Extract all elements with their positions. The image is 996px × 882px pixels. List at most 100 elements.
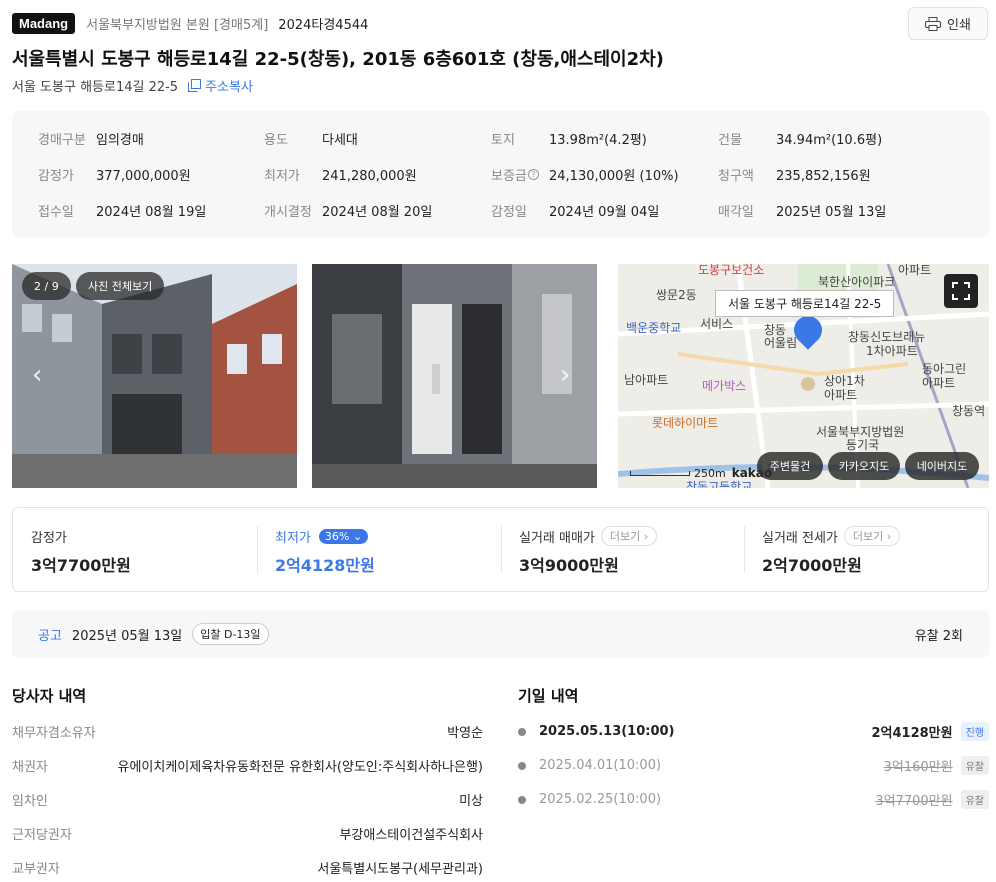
info-value: 2024년 08월 20일 <box>322 205 433 220</box>
print-label: 인쇄 <box>947 18 971 33</box>
party-key: 채무자겸소유자 <box>12 726 96 741</box>
top-bar: Madang 서울북부지방법원 본원 [경매5계] 2024타경4544 인쇄 <box>12 7 988 40</box>
map-label: 롯데하이마트 <box>652 416 719 430</box>
printer-icon <box>925 16 942 31</box>
notice-date: 2025년 05월 13일 <box>71 628 183 644</box>
info-key: 접수일 <box>38 205 74 220</box>
party-value: 미상 <box>459 794 483 809</box>
property-photo-1[interactable]: 2 / 9 사진 전체보기 ‹ <box>12 264 297 488</box>
map-label: 북한산아이파크 <box>818 275 896 289</box>
price-value: 3억7700만원 <box>31 556 131 575</box>
bid-price: 3억7700만원 <box>875 794 953 809</box>
party-key: 교부권자 <box>12 862 60 877</box>
bid-date: 2025.02.25(10:00) <box>539 792 662 807</box>
info-key: 경매구분 <box>38 133 86 148</box>
map-label: 등기국 <box>846 438 880 452</box>
divider <box>257 526 258 573</box>
map-label: 도봉구보건소 <box>698 264 765 277</box>
kakao-map-button[interactable]: 카카오지도 <box>828 452 900 480</box>
info-value: 241,280,000원 <box>322 169 417 184</box>
appraised-price: 감정가 3억7700만원 <box>31 526 131 576</box>
price-label: 최저가 36% ⌄ <box>275 526 375 546</box>
info-key: 토지 <box>491 133 515 148</box>
info-value: 13.98m²(4.2평) <box>549 133 647 148</box>
info-value: 377,000,000원 <box>96 169 191 184</box>
naver-map-button[interactable]: 네이버지도 <box>905 452 979 480</box>
party-key: 임차인 <box>12 794 48 809</box>
info-value: 임의경매 <box>96 133 144 148</box>
case-info-box: 경매구분 임의경매 용도 다세대 토지 13.98m²(4.2평) 건물 34.94m²… <box>12 111 989 238</box>
actual-sale-price: 실거래 매매가 더보기 › 3억9000만원 <box>519 526 658 576</box>
parties-title: 당사자 내역 <box>12 687 87 705</box>
expand-map-button[interactable] <box>944 274 978 308</box>
print-button[interactable]: 인쇄 <box>908 7 988 40</box>
bid-row: 2025.05.13(10:00) 2억4128만원 진행 <box>518 722 989 741</box>
info-key: 건물 <box>718 133 742 148</box>
info-claim: 청구액 235,852,156원 <box>718 165 871 184</box>
bid-date: 2025.04.01(10:00) <box>539 758 662 773</box>
party-row: 교부권자 서울특별시도봉구(세무관리과) <box>12 858 483 877</box>
prev-photo-icon[interactable]: ‹ <box>32 360 42 390</box>
info-received: 접수일 2024년 08월 19일 <box>38 201 206 220</box>
info-value: 235,852,156원 <box>776 169 871 184</box>
bullet-icon <box>518 761 526 770</box>
info-key: 매각일 <box>718 205 754 220</box>
info-key: 감정일 <box>491 205 527 220</box>
map-label: 남아파트 <box>624 373 669 387</box>
price-summary: 감정가 3억7700만원 최저가 36% ⌄ 2억4128만원 실거래 매매가 더보… <box>12 507 989 592</box>
page-title: 서울특별시 도봉구 해등로14길 22-5(창동), 201동 6층601호 (… <box>12 49 664 70</box>
info-value: 34.94m²(10.6평) <box>776 133 883 148</box>
price-value: 3억9000만원 <box>519 556 619 575</box>
map-label: 아파트 <box>922 376 956 390</box>
copy-icon <box>188 79 202 92</box>
sub-address-row: 서울 도봉구 해등로14길 22-5 주소복사 <box>12 76 253 95</box>
map-label: 1차아파트 <box>866 344 918 358</box>
map-label: 쌍문2동 <box>656 288 697 302</box>
map-address-tag: 서울 도봉구 해등로14길 22-5 <box>715 290 895 317</box>
property-photo-2[interactable]: › <box>312 264 597 488</box>
info-deposit: 보증금? 24,130,000원 (10%) <box>491 165 679 184</box>
price-label: 실거래 매매가 더보기 › <box>519 526 658 546</box>
more-button[interactable]: 더보기 › <box>843 526 901 546</box>
price-value: 2억7000만원 <box>762 556 862 575</box>
info-key: 보증금? <box>491 165 549 184</box>
price-value: 2억4128만원 <box>275 556 375 575</box>
map-label: 백운중학교 <box>626 321 682 335</box>
party-value: 유에이치케이제육차유동화전문 유한회사(양도인:주식회사하나은행) <box>117 760 484 775</box>
map-scale: 250m kakao <box>630 466 772 480</box>
minimum-price: 최저가 36% ⌄ 2억4128만원 <box>275 526 375 576</box>
party-key: 근저당권자 <box>12 828 72 843</box>
bid-row: 2025.04.01(10:00) 3억160만원 유찰 <box>518 756 989 775</box>
discount-badge: 36% ⌄ <box>318 528 369 544</box>
nearby-items-button[interactable]: 주변물건 <box>757 452 823 480</box>
logo: Madang <box>12 12 76 34</box>
map-label: 아파트 <box>898 264 932 277</box>
party-value: 서울특별시도봉구(세무관리과) <box>317 862 483 877</box>
bullet-icon <box>518 795 526 804</box>
map-label: 아파트 <box>824 388 858 402</box>
bids-title: 기일 내역 <box>518 687 579 705</box>
bullet-icon <box>518 727 526 736</box>
case-number: 2024타경4544 <box>278 17 369 33</box>
divider <box>501 526 502 573</box>
help-icon[interactable]: ? <box>527 169 539 180</box>
info-usage: 용도 다세대 <box>264 129 358 148</box>
bid-status: 유찰 <box>960 790 989 809</box>
notice-label: 공고 <box>38 628 62 644</box>
party-row: 채권자 유에이치케이제육차유동화전문 유한회사(양도인:주식회사하나은행) <box>12 756 483 775</box>
info-value: 2024년 09월 04일 <box>549 205 660 220</box>
info-value: 24,130,000원 (10%) <box>549 169 679 184</box>
info-building: 건물 34.94m²(10.6평) <box>718 129 882 148</box>
copy-address-button[interactable]: 주소복사 <box>188 76 253 95</box>
view-all-photos-button[interactable]: 사진 전체보기 <box>76 272 165 300</box>
sub-address: 서울 도봉구 해등로14길 22-5 <box>12 80 179 95</box>
map-label: 메가박스 <box>702 379 747 393</box>
actual-lease-price: 실거래 전세가 더보기 › 2억7000만원 <box>762 526 901 576</box>
more-button[interactable]: 더보기 › <box>600 526 658 546</box>
photo-counter: 2 / 9 <box>22 272 71 300</box>
party-value: 박영순 <box>447 726 483 741</box>
bid-status: 진행 <box>960 722 989 741</box>
notice-bar: 공고 2025년 05월 13일 입찰 D-13일 유찰 2회 <box>12 610 989 658</box>
divider <box>744 526 745 573</box>
next-photo-icon[interactable]: › <box>560 360 570 390</box>
